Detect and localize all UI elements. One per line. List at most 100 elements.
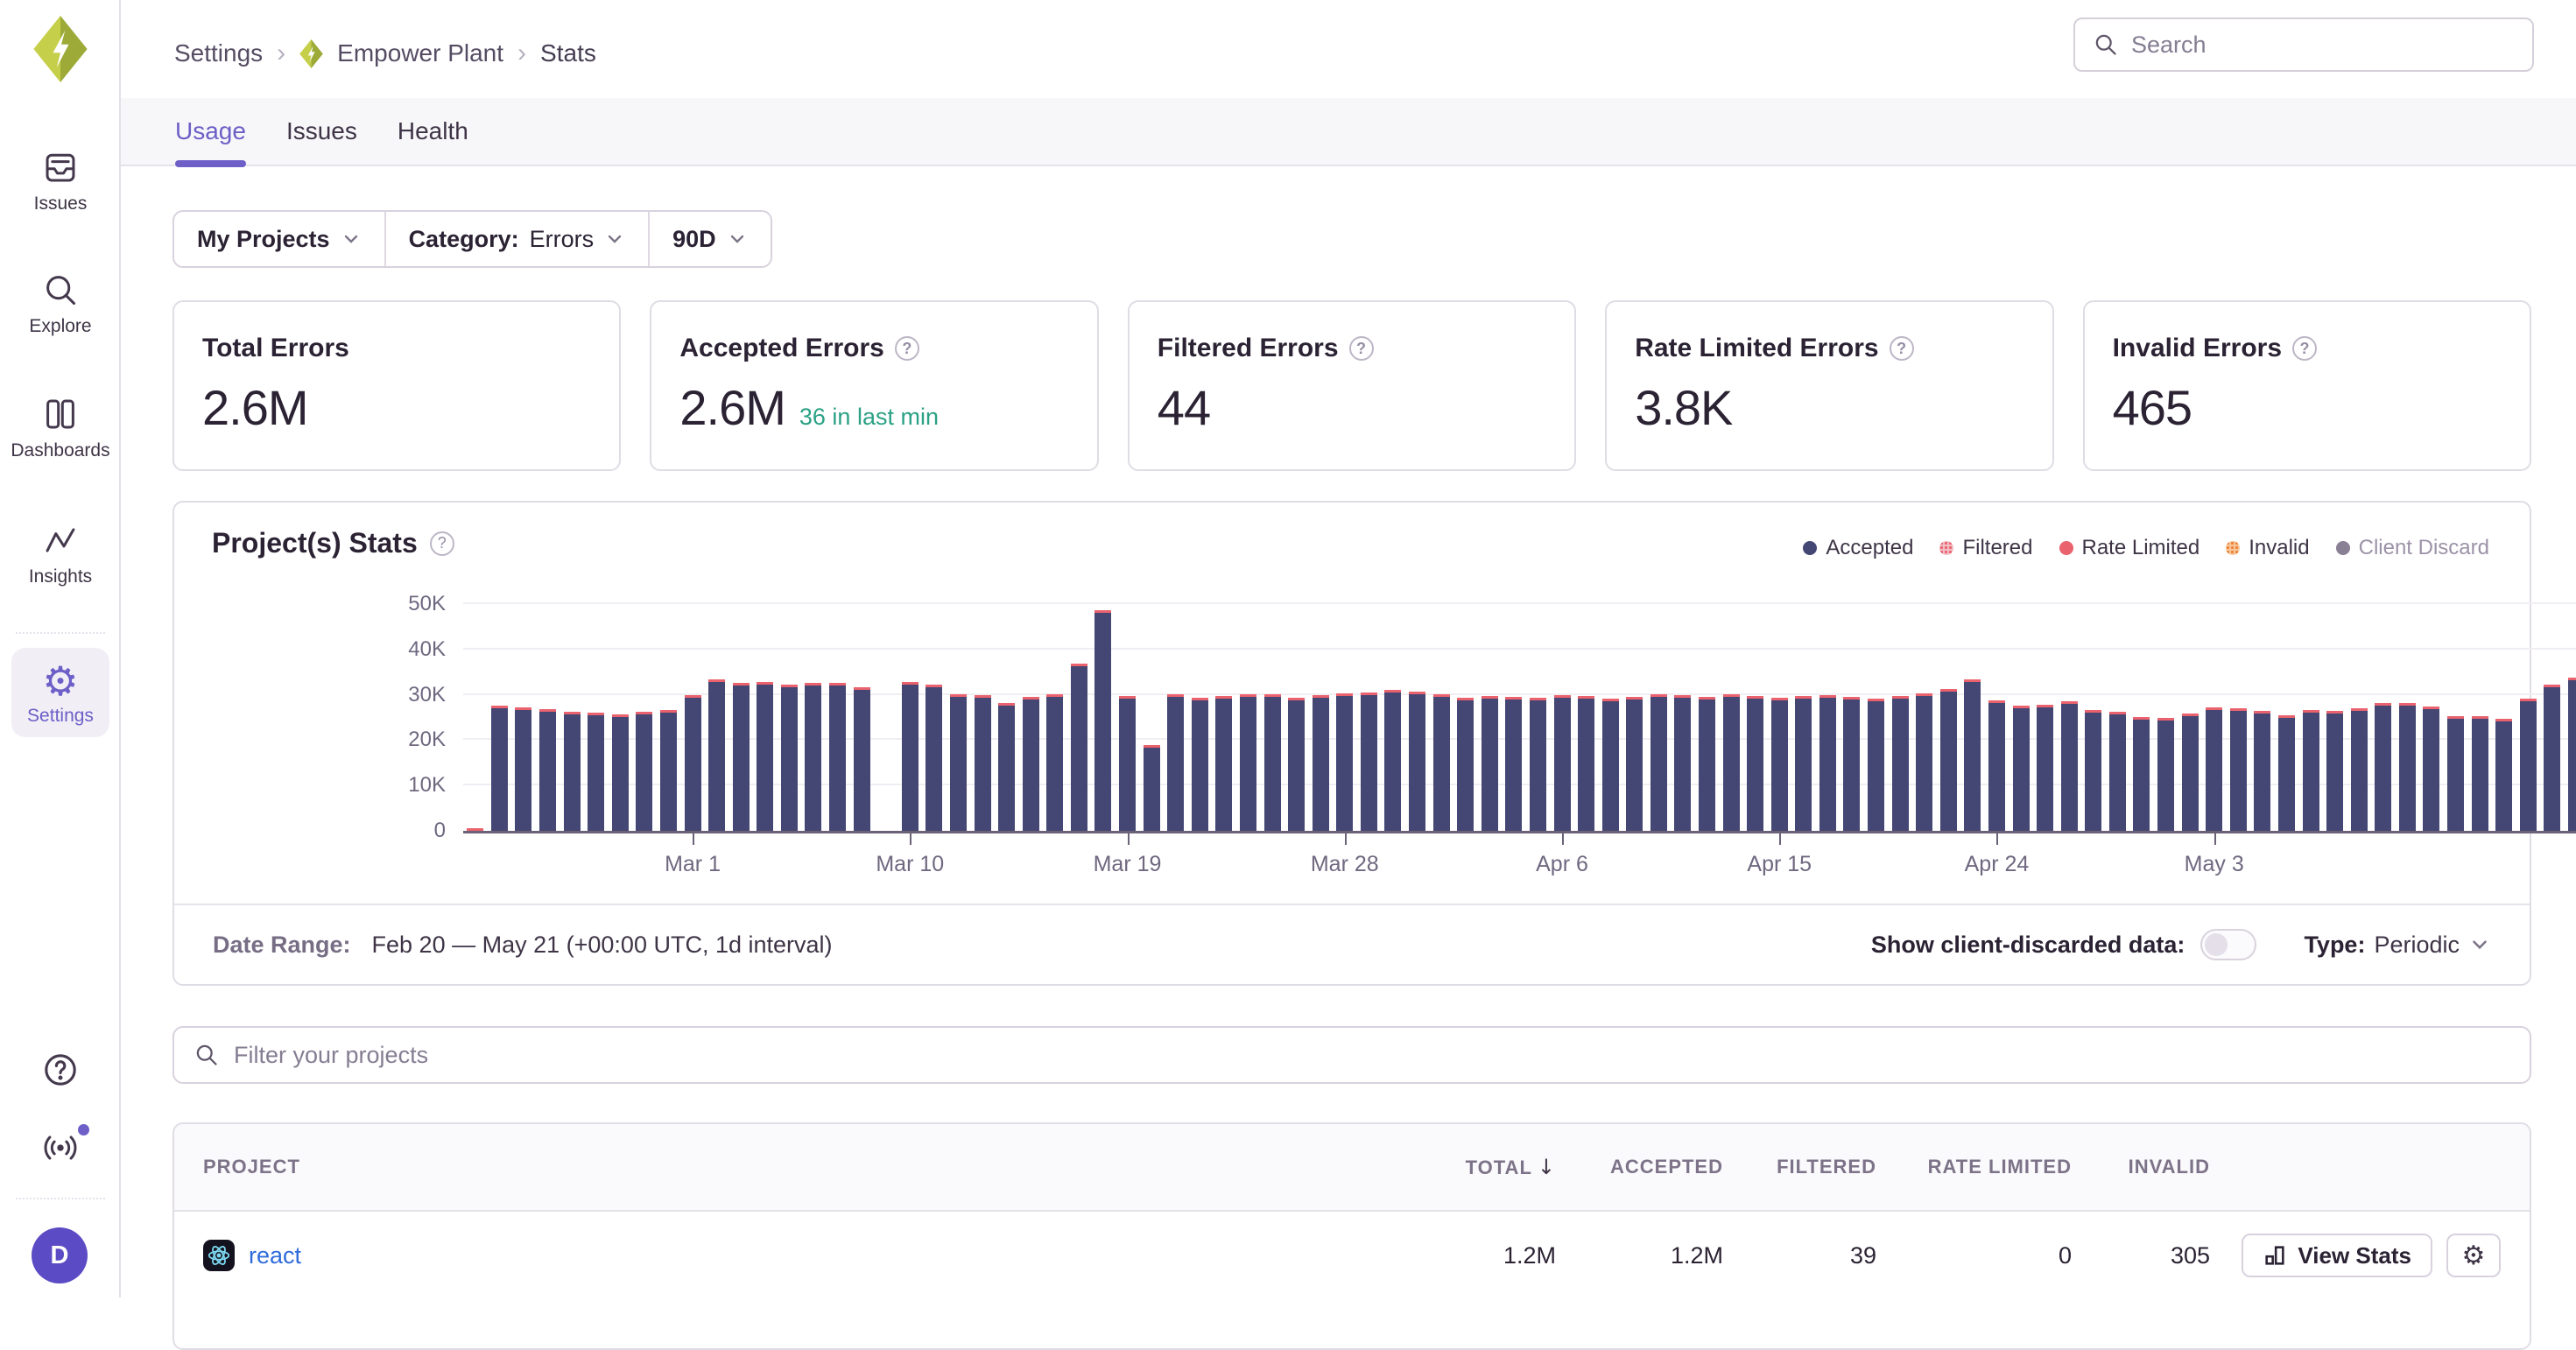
search-icon (2093, 32, 2119, 58)
column-header-total[interactable]: TOTAL↓ (1381, 1155, 1556, 1179)
bar-segment-accepted (2254, 714, 2270, 831)
chart-bar (1626, 697, 1643, 831)
x-axis-tick (693, 833, 694, 845)
bar-segment-accepted (1240, 697, 1256, 831)
chart-bar (998, 703, 1015, 831)
settings-gear-icon: ⚙ (42, 660, 78, 702)
help-icon[interactable]: ? (1890, 336, 1914, 361)
chart-bar (588, 713, 604, 831)
chart-bar (2061, 701, 2078, 831)
legend-item-rate[interactable]: Rate Limited (2059, 536, 2200, 560)
stat-card-value: 2.6M (679, 379, 785, 436)
sidebar-item-explore[interactable]: Explore (0, 270, 121, 337)
gridline (463, 648, 2576, 650)
chart-bar (1433, 694, 1450, 831)
bar-segment-accepted (1192, 700, 1208, 831)
sidebar-item-insights[interactable]: Insights (0, 520, 121, 587)
stat-card-value: 465 (2113, 379, 2192, 436)
chart-bar (1482, 696, 1498, 831)
chart-bar (1361, 693, 1377, 831)
y-axis-label: 40K (349, 637, 446, 662)
chart-bar (2109, 712, 2126, 831)
bar-segment-accepted (539, 712, 556, 831)
column-header-filtered[interactable]: FILTERED (1723, 1156, 1876, 1178)
tab-bar: Usage Issues Health (121, 98, 2576, 166)
x-axis-label: Apr 24 (1965, 852, 2030, 877)
chart-bar (2303, 710, 2319, 831)
filter-segment-1[interactable]: Category:Errors (384, 212, 649, 266)
legend-item-accepted[interactable]: Accepted (1803, 536, 1913, 560)
chart-bar (1215, 696, 1232, 831)
breadcrumb-item-empower-plant[interactable]: Empower Plant (337, 39, 503, 67)
chart-bar (1167, 694, 1184, 831)
project-link[interactable]: react (249, 1242, 301, 1269)
help-icon (39, 1049, 81, 1091)
user-avatar[interactable]: D (32, 1227, 88, 1283)
help-icon[interactable]: ? (2292, 336, 2317, 361)
filter-segment-0[interactable]: My Projects (174, 212, 384, 266)
type-dropdown[interactable]: Type: Periodic (2304, 932, 2491, 959)
chart-bar (1144, 745, 1160, 831)
stat-card-title-row: Filtered Errors? (1158, 334, 1546, 363)
org-logo[interactable] (33, 16, 88, 82)
bar-segment-accepted (829, 686, 846, 831)
legend-label: Client Discard (2359, 536, 2489, 560)
explore-icon (40, 270, 81, 310)
column-header-project[interactable]: PROJECT (203, 1156, 1381, 1178)
stat-cards: Total Errors2.6MAccepted Errors?2.6M36 i… (172, 300, 2531, 471)
chart-bar (1530, 698, 1546, 831)
chart-bar (1457, 698, 1474, 831)
chevron-down-icon (727, 229, 748, 250)
column-header-accepted[interactable]: ACCEPTED (1556, 1156, 1723, 1178)
bar-segment-accepted (1964, 682, 1981, 831)
legend-item-filtered[interactable]: Filtered (1939, 536, 2032, 560)
tab-usage[interactable]: Usage (175, 97, 246, 165)
chart-bar (1723, 694, 1740, 831)
bar-segment-accepted (1119, 699, 1136, 831)
chart-bar (1071, 664, 1087, 831)
global-search[interactable] (2073, 18, 2534, 72)
bar-segment-accepted (1747, 699, 1763, 831)
breadcrumb-chevron-icon: › (277, 39, 285, 68)
chart-bar (2278, 715, 2295, 831)
chart-bar (2495, 719, 2512, 831)
search-input[interactable] (2131, 32, 2515, 59)
column-header-rate-limited[interactable]: RATE LIMITED (1876, 1156, 2072, 1178)
legend-label: Accepted (1826, 536, 1913, 560)
stat-card-value: 2.6M (202, 379, 308, 436)
help-button[interactable] (0, 1049, 121, 1091)
sidebar-item-dashboards[interactable]: Dashboards (0, 394, 121, 461)
sidebar-item-settings[interactable]: ⚙ Settings (11, 648, 109, 737)
tab-health[interactable]: Health (398, 97, 468, 165)
tab-issues[interactable]: Issues (286, 97, 357, 165)
view-stats-button[interactable]: View Stats (2242, 1234, 2432, 1277)
legend-item-client[interactable]: Client Discard (2336, 536, 2489, 560)
whats-new-button[interactable] (0, 1128, 121, 1168)
legend-item-invalid[interactable]: Invalid (2226, 536, 2309, 560)
project-filter[interactable] (172, 1026, 2531, 1084)
row-actions: View Stats ⚙ (2210, 1234, 2501, 1277)
filter-segment-2[interactable]: 90D (648, 212, 771, 266)
bar-segment-accepted (2206, 710, 2222, 831)
help-icon[interactable]: ? (1349, 336, 1374, 361)
breadcrumb-item-settings[interactable]: Settings (174, 39, 263, 67)
project-filter-input[interactable] (234, 1042, 2510, 1069)
bar-segment-accepted (1940, 692, 1957, 831)
table-cell-accepted: 1.2M (1556, 1242, 1723, 1269)
help-icon[interactable]: ? (895, 336, 919, 361)
search-icon (194, 1042, 220, 1068)
sidebar-item-issues[interactable]: Issues (0, 147, 121, 214)
x-axis-label: Apr 6 (1536, 852, 1588, 877)
help-icon[interactable]: ? (430, 531, 454, 556)
client-discard-toggle[interactable] (2200, 929, 2256, 960)
legend-swatch-accepted (1803, 541, 1817, 555)
chart-bar (1192, 698, 1208, 831)
bar-segment-accepted (2278, 718, 2295, 831)
project-settings-button[interactable]: ⚙ (2446, 1234, 2501, 1277)
bar-segment-accepted (1892, 699, 1909, 831)
column-header-invalid[interactable]: INVALID (2072, 1156, 2210, 1178)
chart-header: Project(s) Stats ? (212, 527, 454, 559)
bar-segment-accepted (2399, 706, 2416, 831)
bar-segment-accepted (588, 715, 604, 831)
bar-segment-accepted (1988, 703, 2005, 831)
